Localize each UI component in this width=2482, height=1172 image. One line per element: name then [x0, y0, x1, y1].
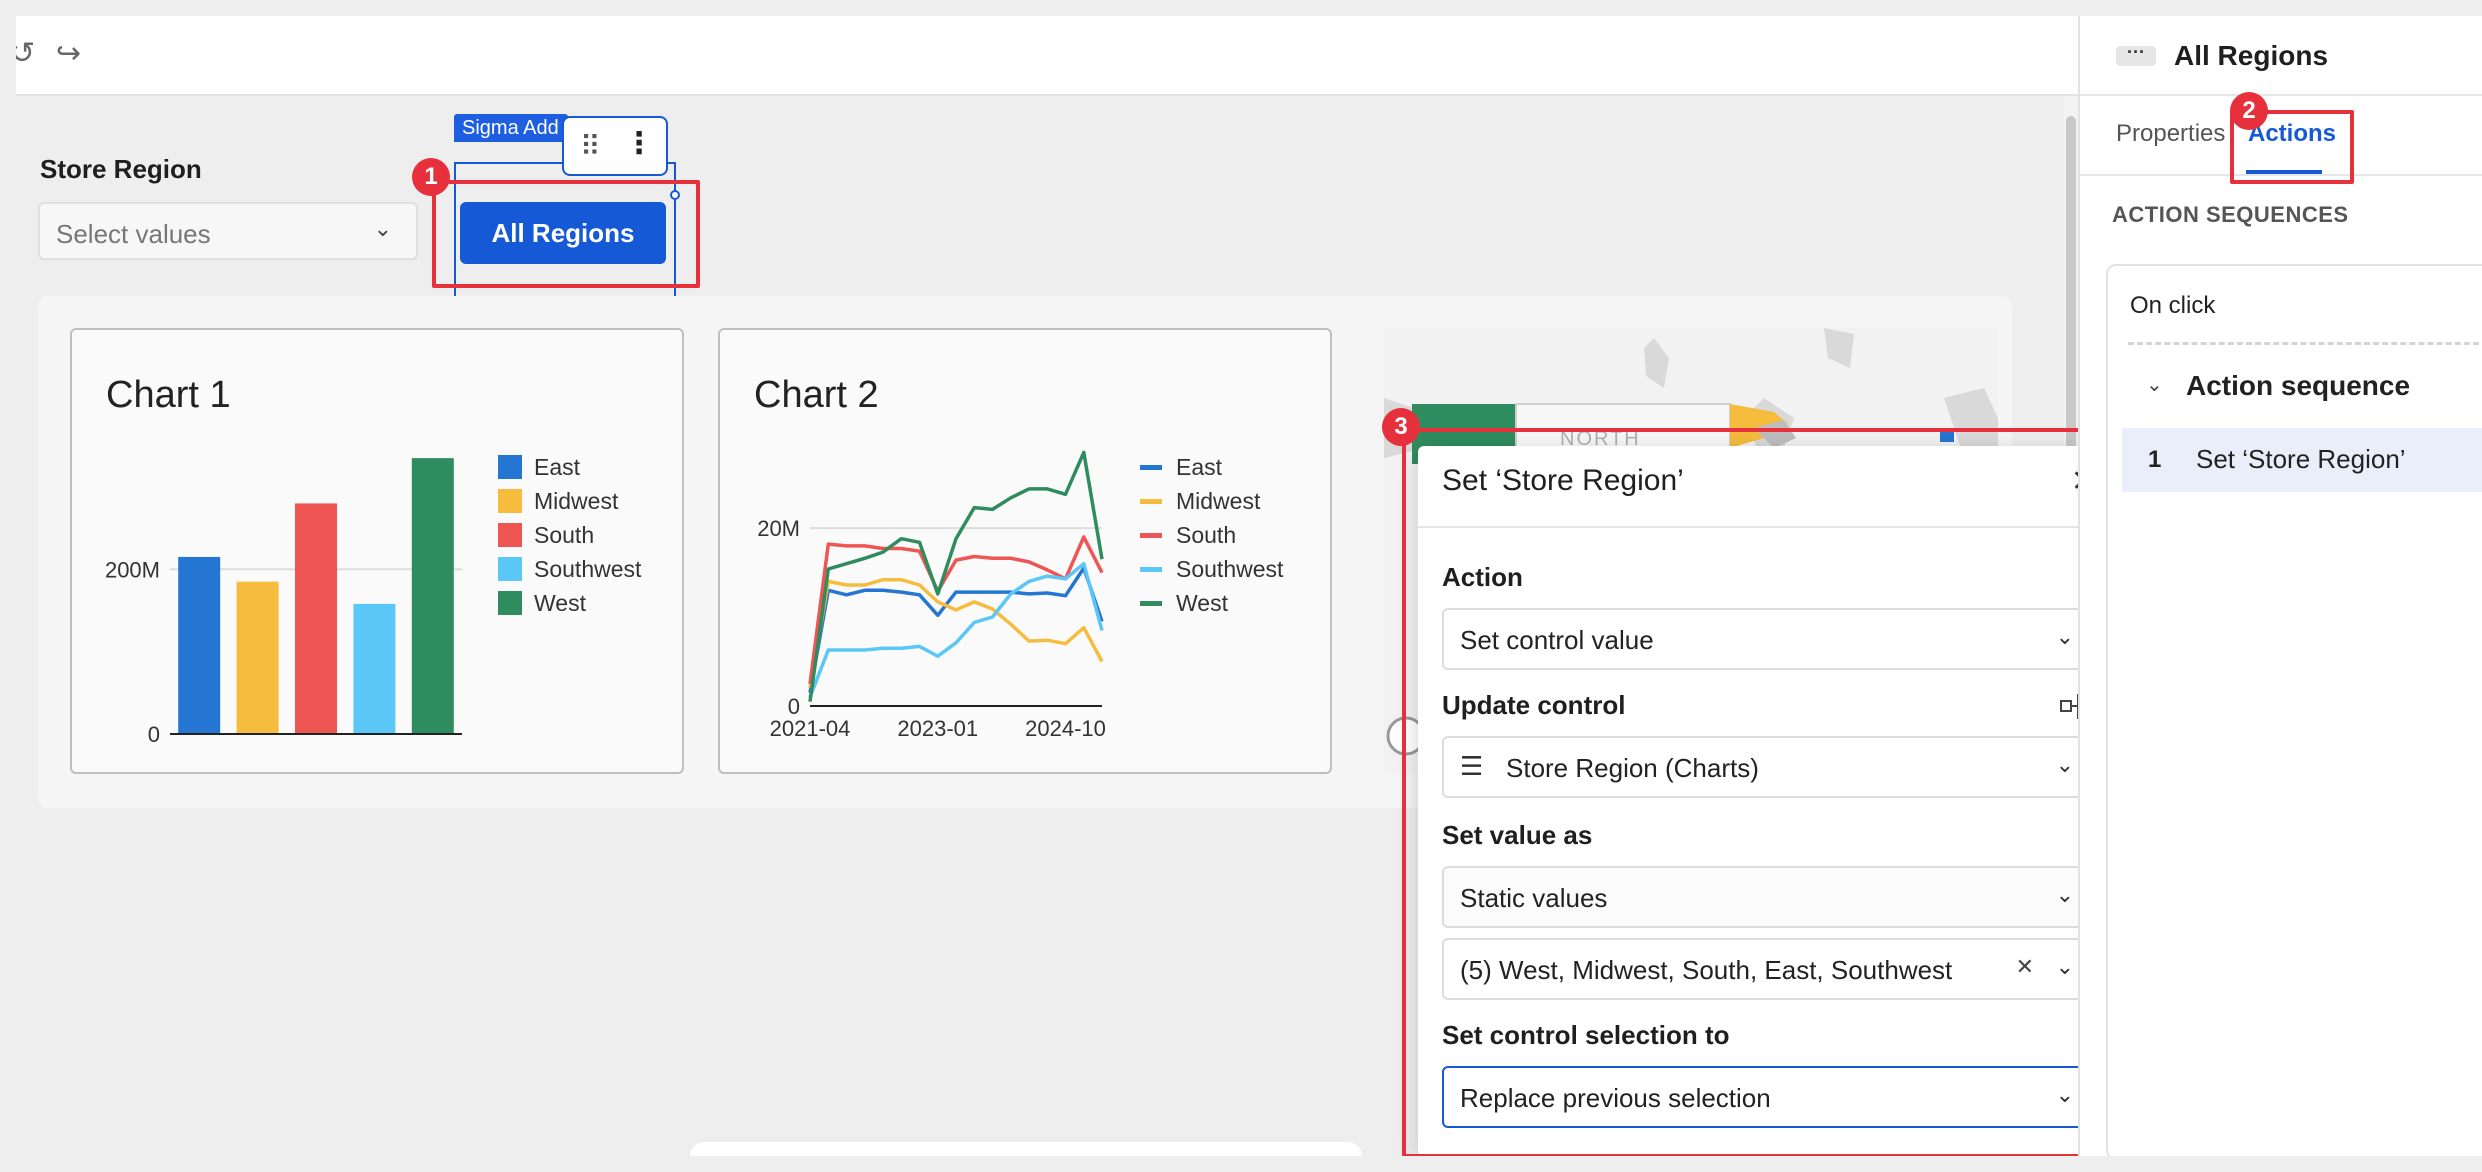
chart-1-legend: East Midwest South Southwest West [498, 450, 641, 620]
action-sequence-name[interactable]: Action sequence [2186, 370, 2410, 402]
legend-item: Midwest [498, 484, 641, 518]
legend-label: East [534, 453, 581, 480]
legend-line-swatch [1140, 532, 1162, 538]
chart-2-legend: East Midwest South Southwest West [1140, 450, 1283, 620]
legend-label: East [1176, 453, 1223, 480]
x-tick-label: 2021-04 [770, 716, 851, 741]
bar-midwest [236, 581, 279, 734]
bar-southwest [353, 603, 396, 734]
legend-label: South [534, 521, 595, 548]
chart-1-card[interactable]: Chart 1 0 200M East Midwest South Southwest W… [70, 328, 684, 774]
chart-2-plot: 020M2021-04 2023-01 2024-10 [757, 450, 1106, 741]
legend-line-swatch [1140, 566, 1162, 572]
legend-item: Midwest [1140, 484, 1283, 518]
action-item-label: Set ‘Store Region’ [2196, 444, 2406, 474]
action-item[interactable]: 1 Set ‘Store Region’ [2122, 428, 2482, 492]
legend-item: East [1140, 450, 1283, 484]
chevron-down-icon[interactable]: ⌄ [2146, 372, 2163, 397]
bar-south [295, 503, 337, 734]
bar-east [178, 556, 221, 734]
legend-label: Southwest [534, 555, 642, 582]
legend-label: West [534, 589, 586, 616]
legend-item: West [1140, 586, 1283, 620]
legend-item: Southwest [498, 552, 641, 586]
legend-swatch [498, 489, 522, 513]
legend-item: East [498, 450, 641, 484]
legend-label: Southwest [1176, 555, 1284, 582]
legend-item: South [498, 518, 641, 552]
legend-label: South [1176, 521, 1237, 548]
chart-1-plot: 0 200M [105, 458, 462, 747]
legend-swatch [498, 523, 522, 547]
legend-item: South [1140, 518, 1283, 552]
chart-2-card[interactable]: Chart 2 0 20M 2021-04 2023-01 2024-10 East Mi… [718, 328, 1332, 774]
legend-item: West [498, 586, 641, 620]
legend-line-swatch [1140, 498, 1162, 504]
legend-swatch [498, 557, 522, 581]
element-name-tag: Sigma Add [454, 114, 568, 142]
legend-label: Midwest [1176, 487, 1261, 514]
y-tick-label: 0 [148, 722, 160, 747]
annotation-badge-1: 1 [412, 158, 450, 196]
top-toolbar: ↺ ↪ [16, 16, 2078, 96]
x-tick-label: 2024-10 [1025, 716, 1106, 741]
annotation-badge-3: 3 [1382, 408, 1420, 446]
element-menu-icon[interactable]: ··· [2116, 43, 2156, 66]
panel-title: All Regions [2174, 40, 2329, 71]
legend-item: Southwest [1140, 552, 1283, 586]
store-region-select[interactable]: Select values ⌄ [38, 202, 418, 260]
legend-swatch [498, 591, 522, 615]
select-placeholder: Select values [56, 219, 211, 249]
annotation-box-1 [432, 180, 700, 288]
dashed-divider [2128, 342, 2482, 345]
bar-west [411, 458, 454, 734]
chevron-down-icon: ⌄ [373, 216, 392, 241]
trigger-label: On click [2130, 292, 2216, 319]
redo-icon[interactable]: ↪ [56, 36, 81, 71]
app-frame: ↺ ↪ Store Region Select values ⌄ Sigma A… [16, 16, 2482, 1156]
legend-label: West [1176, 589, 1228, 616]
annotation-box-3 [1402, 428, 2126, 1156]
undo-icon[interactable]: ↺ [16, 36, 35, 71]
x-tick-label: 2023-01 [897, 716, 978, 741]
legend-line-swatch [1140, 600, 1162, 606]
series-east [808, 566, 1104, 694]
legend-line-swatch [1140, 464, 1162, 470]
control-label: Store Region [40, 154, 202, 184]
drag-handle-icon[interactable]: ⠿ [580, 130, 601, 163]
action-item-number: 1 [2148, 446, 2162, 473]
element-mini-toolbar: ⠿ ⋮ [562, 116, 668, 176]
section-title: ACTION SEQUENCES [2112, 202, 2349, 227]
more-options-icon[interactable]: ⋮ [624, 126, 654, 161]
y-tick-label: 200M [105, 557, 160, 582]
legend-label: Midwest [534, 487, 619, 514]
y-tick-label: 20M [757, 516, 800, 541]
bottom-bar [690, 1142, 1362, 1156]
legend-swatch [498, 455, 522, 479]
annotation-badge-2: 2 [2230, 92, 2268, 130]
tab-properties[interactable]: Properties [2116, 120, 2225, 148]
editor-panel: ··· All Regions Properties Actions 2 ACT… [2078, 16, 2482, 1156]
panel-divider [2080, 94, 2482, 96]
